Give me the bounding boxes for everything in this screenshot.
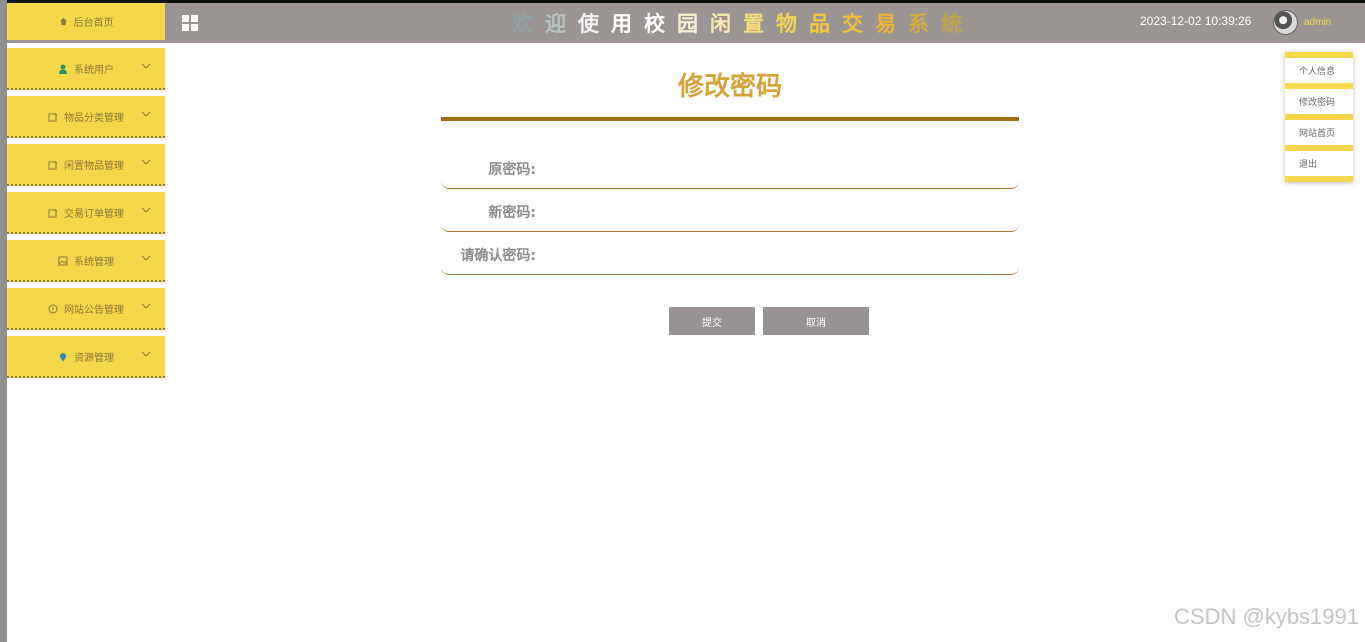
old-password-row: 原密码: (441, 145, 1019, 189)
title-divider (441, 117, 1019, 121)
title-char: 闲 (710, 12, 743, 36)
menu-item-site-home[interactable]: 网站首页 (1285, 114, 1353, 145)
chevron-down-icon (141, 207, 151, 213)
confirm-password-label: 请确认密码: (460, 248, 536, 264)
title-char: 校 (644, 12, 677, 36)
sidebar-item-users[interactable]: 系统用户 (7, 48, 165, 90)
chevron-down-icon (141, 351, 151, 357)
menu-item-change-password[interactable]: 修改密码 (1285, 83, 1353, 114)
sidebar-item-label: 系统用户 (74, 64, 114, 76)
title-char: 统 (941, 12, 974, 36)
cancel-button[interactable]: 取消 (763, 307, 869, 335)
location-icon (60, 352, 66, 361)
title-char: 系 (908, 12, 941, 36)
title-char: 迎 (545, 12, 578, 36)
home-tab[interactable]: 后台首页 (7, 3, 165, 40)
confirm-password-input[interactable] (541, 239, 1001, 267)
top-header: 后台首页 欢迎使用校园闲置物品交易系统 2023-12-02 10:39:26 … (7, 3, 1365, 43)
sidebar-item-label: 系统管理 (74, 256, 114, 268)
sidebar-item-label: 闲置物品管理 (64, 160, 124, 172)
chevron-down-icon (141, 255, 151, 261)
note-edit-icon (48, 208, 58, 217)
new-password-input[interactable] (541, 196, 1001, 224)
sidebar-item-label: 网站公告管理 (64, 304, 124, 316)
chevron-down-icon (141, 303, 151, 309)
watermark: CSDN @kybs1991 (1174, 604, 1359, 629)
chevron-down-icon (141, 159, 151, 165)
title-char: 园 (677, 12, 710, 36)
avatar[interactable] (1273, 10, 1298, 35)
sidebar-item-category[interactable]: 物品分类管理 (7, 96, 165, 138)
user-icon (59, 64, 67, 74)
menu-grid-icon[interactable] (182, 15, 198, 31)
title-char: 使 (578, 12, 611, 36)
submit-button[interactable]: 提交 (669, 307, 755, 335)
sidebar-item-system[interactable]: 系统管理 (7, 240, 165, 282)
title-char: 易 (875, 12, 908, 36)
sidebar-item-resources[interactable]: 资源管理 (7, 336, 165, 378)
menu-item-logout[interactable]: 退出 (1285, 145, 1353, 176)
user-dropdown-menu: 个人信息 修改密码 网站首页 退出 (1285, 52, 1353, 182)
sidebar-item-notices[interactable]: 网站公告管理 (7, 288, 165, 330)
chevron-down-icon (141, 111, 151, 117)
note-edit-icon (48, 160, 58, 169)
chevron-down-icon (141, 63, 151, 69)
datetime-display: 2023-12-02 10:39:26 (1140, 14, 1252, 28)
title-char: 置 (743, 12, 776, 36)
window-left-border (0, 0, 7, 642)
title-char: 物 (776, 12, 809, 36)
picture-icon (58, 256, 68, 265)
sidebar-item-label: 资源管理 (74, 352, 114, 364)
note-edit-icon (48, 112, 58, 121)
menu-item-profile[interactable]: 个人信息 (1285, 52, 1353, 83)
title-char: 用 (611, 12, 644, 36)
page-title: 修改密码 (677, 72, 782, 102)
title-char: 欢 (512, 12, 545, 36)
old-password-input[interactable] (541, 153, 1001, 181)
sidebar-item-label: 物品分类管理 (64, 112, 124, 124)
confirm-password-row: 请确认密码: (441, 231, 1019, 275)
username-link[interactable]: admin (1304, 17, 1331, 28)
title-char: 交 (842, 12, 875, 36)
new-password-label: 新密码: (488, 205, 536, 221)
title-char: 品 (809, 12, 842, 36)
home-icon (59, 17, 67, 26)
home-tab-label: 后台首页 (73, 18, 114, 29)
new-password-row: 新密码: (441, 188, 1019, 232)
sidebar-item-label: 交易订单管理 (64, 208, 124, 220)
old-password-label: 原密码: (488, 162, 536, 178)
site-title: 欢迎使用校园闲置物品交易系统 (512, 8, 974, 38)
sidebar-item-orders[interactable]: 交易订单管理 (7, 192, 165, 234)
sidebar-item-idle-goods[interactable]: 闲置物品管理 (7, 144, 165, 186)
info-icon (48, 304, 58, 313)
